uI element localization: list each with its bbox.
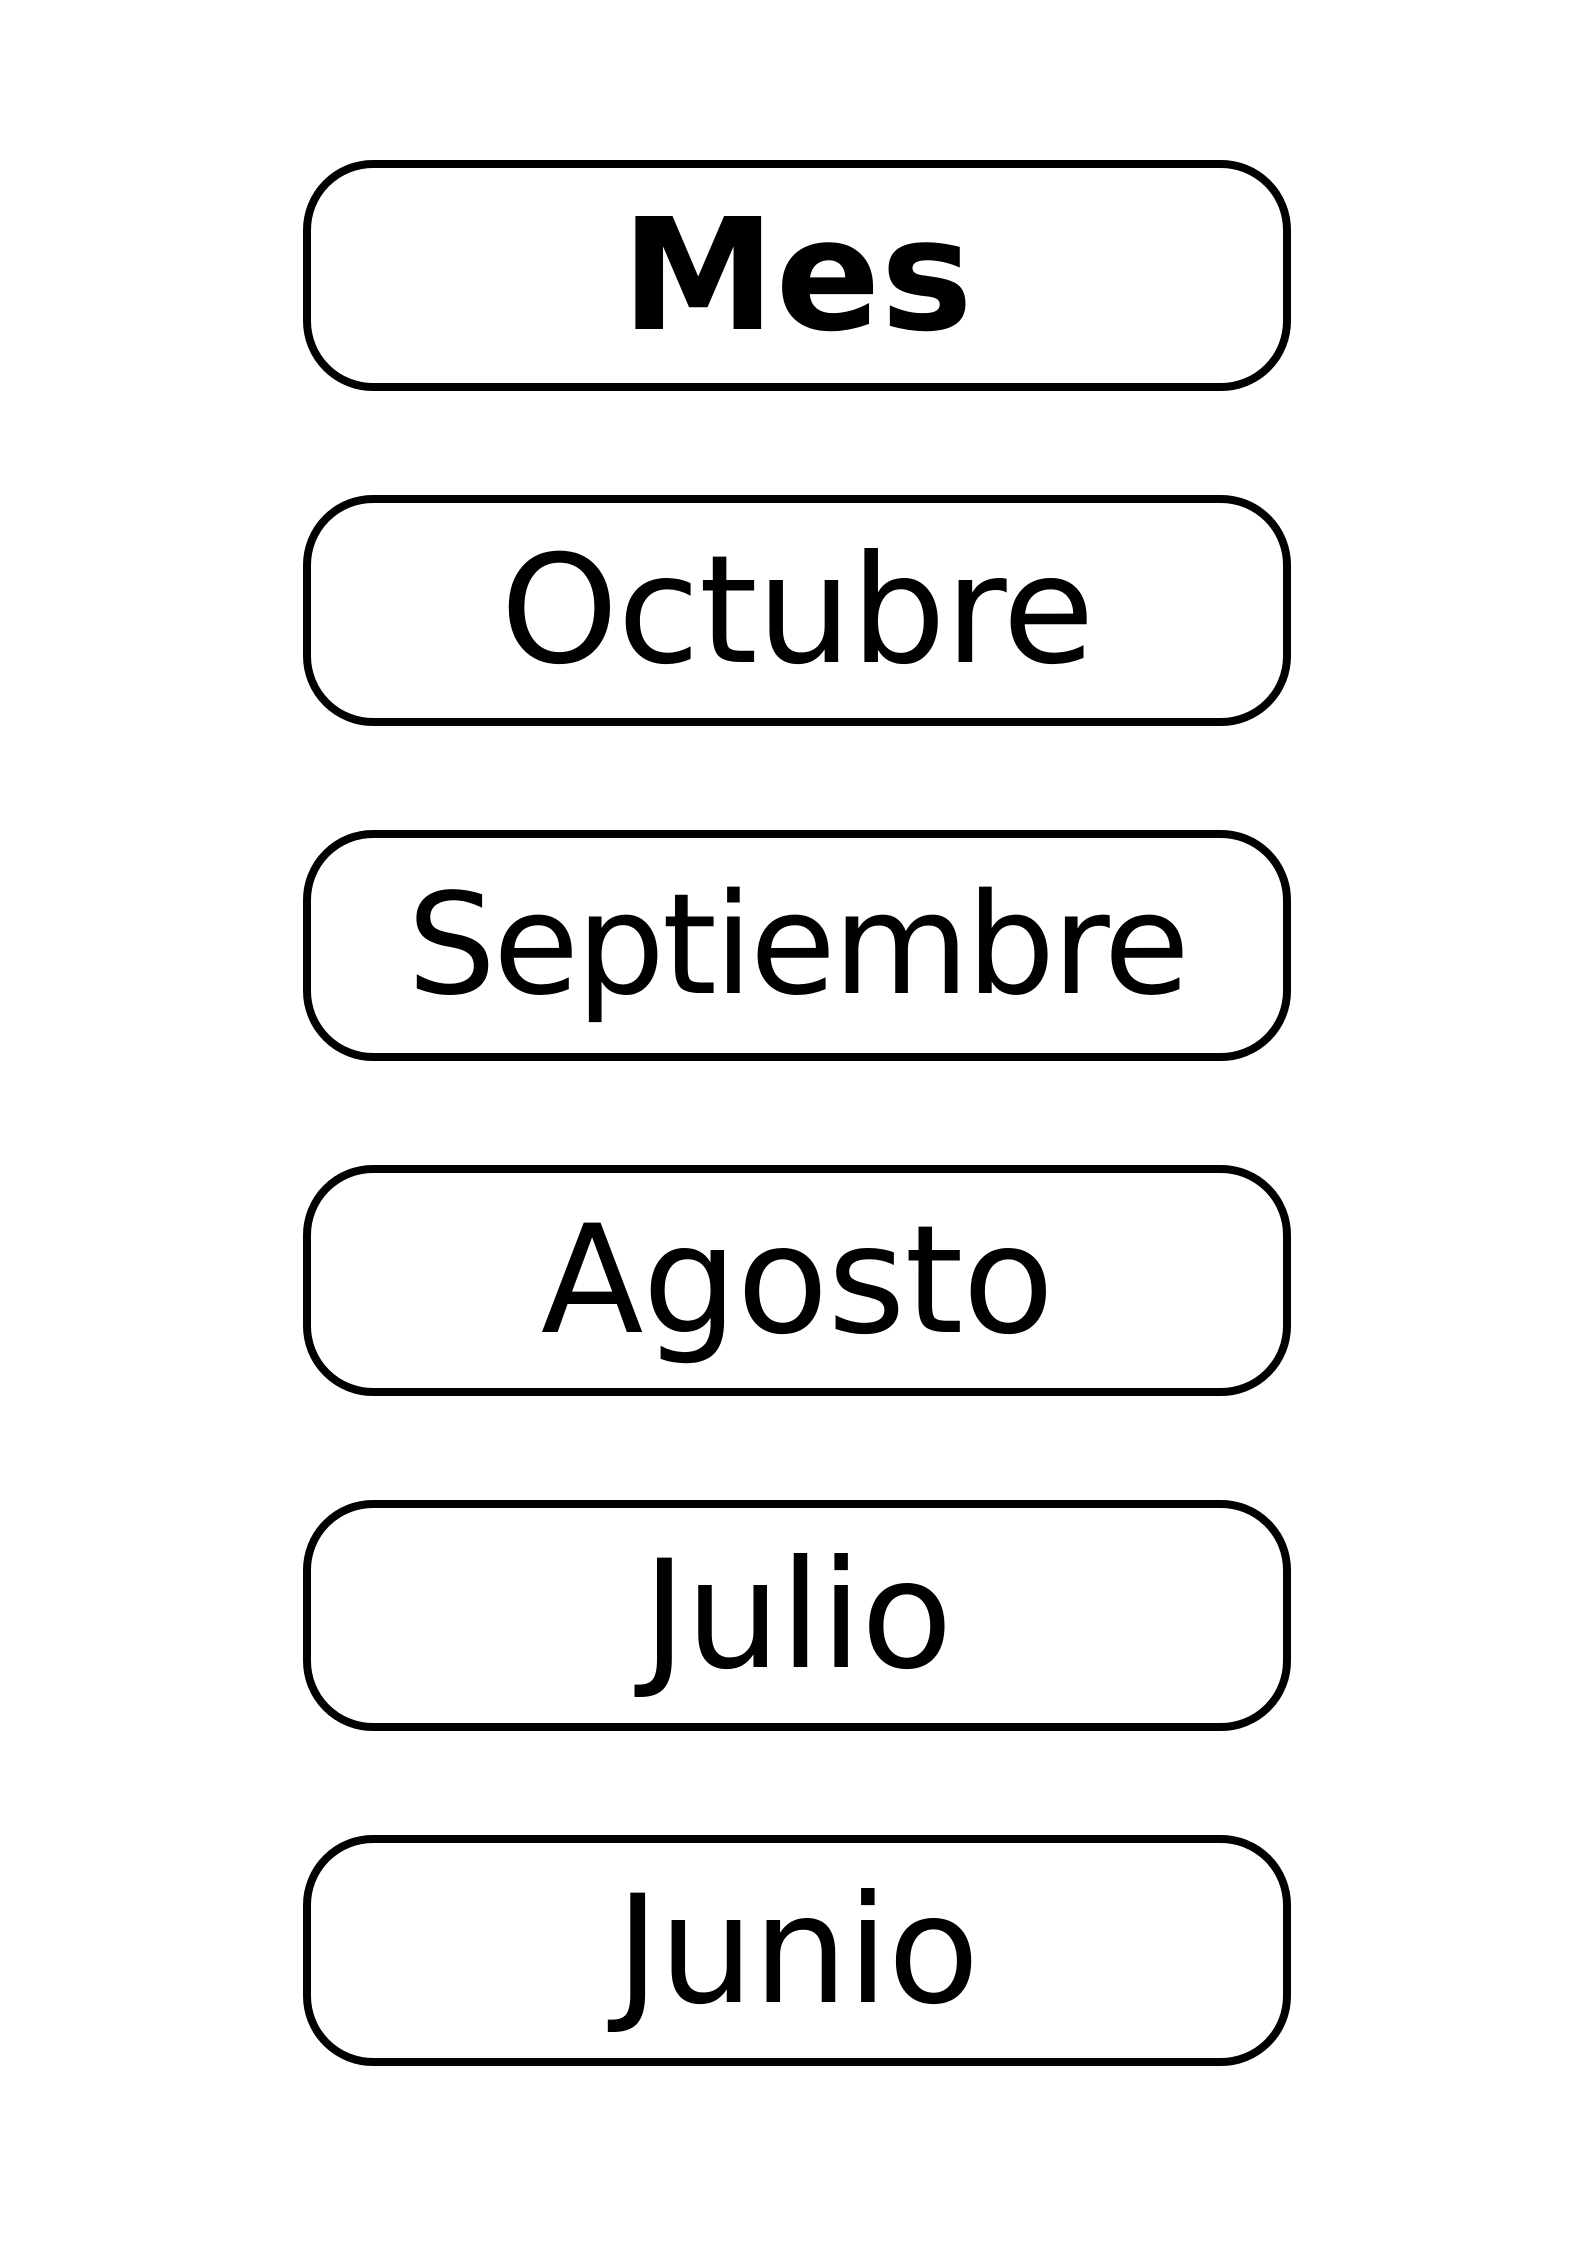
month-card-junio: Junio [303,1835,1291,2066]
month-label: Octubre [500,523,1094,698]
month-card-julio: Julio [303,1500,1291,1731]
month-label: Septiembre [407,863,1190,1027]
month-label: Julio [642,1528,952,1703]
month-card-agosto: Agosto [303,1165,1291,1396]
month-card-septiembre: Septiembre [303,830,1291,1061]
header-card: Mes [303,160,1291,391]
header-label: Mes [621,185,973,366]
month-label: Junio [615,1863,980,2038]
month-label: Agosto [540,1193,1054,1368]
month-card-stack: Mes Octubre Septiembre Agosto Julio Juni… [0,0,1587,2245]
month-card-octubre: Octubre [303,495,1291,726]
